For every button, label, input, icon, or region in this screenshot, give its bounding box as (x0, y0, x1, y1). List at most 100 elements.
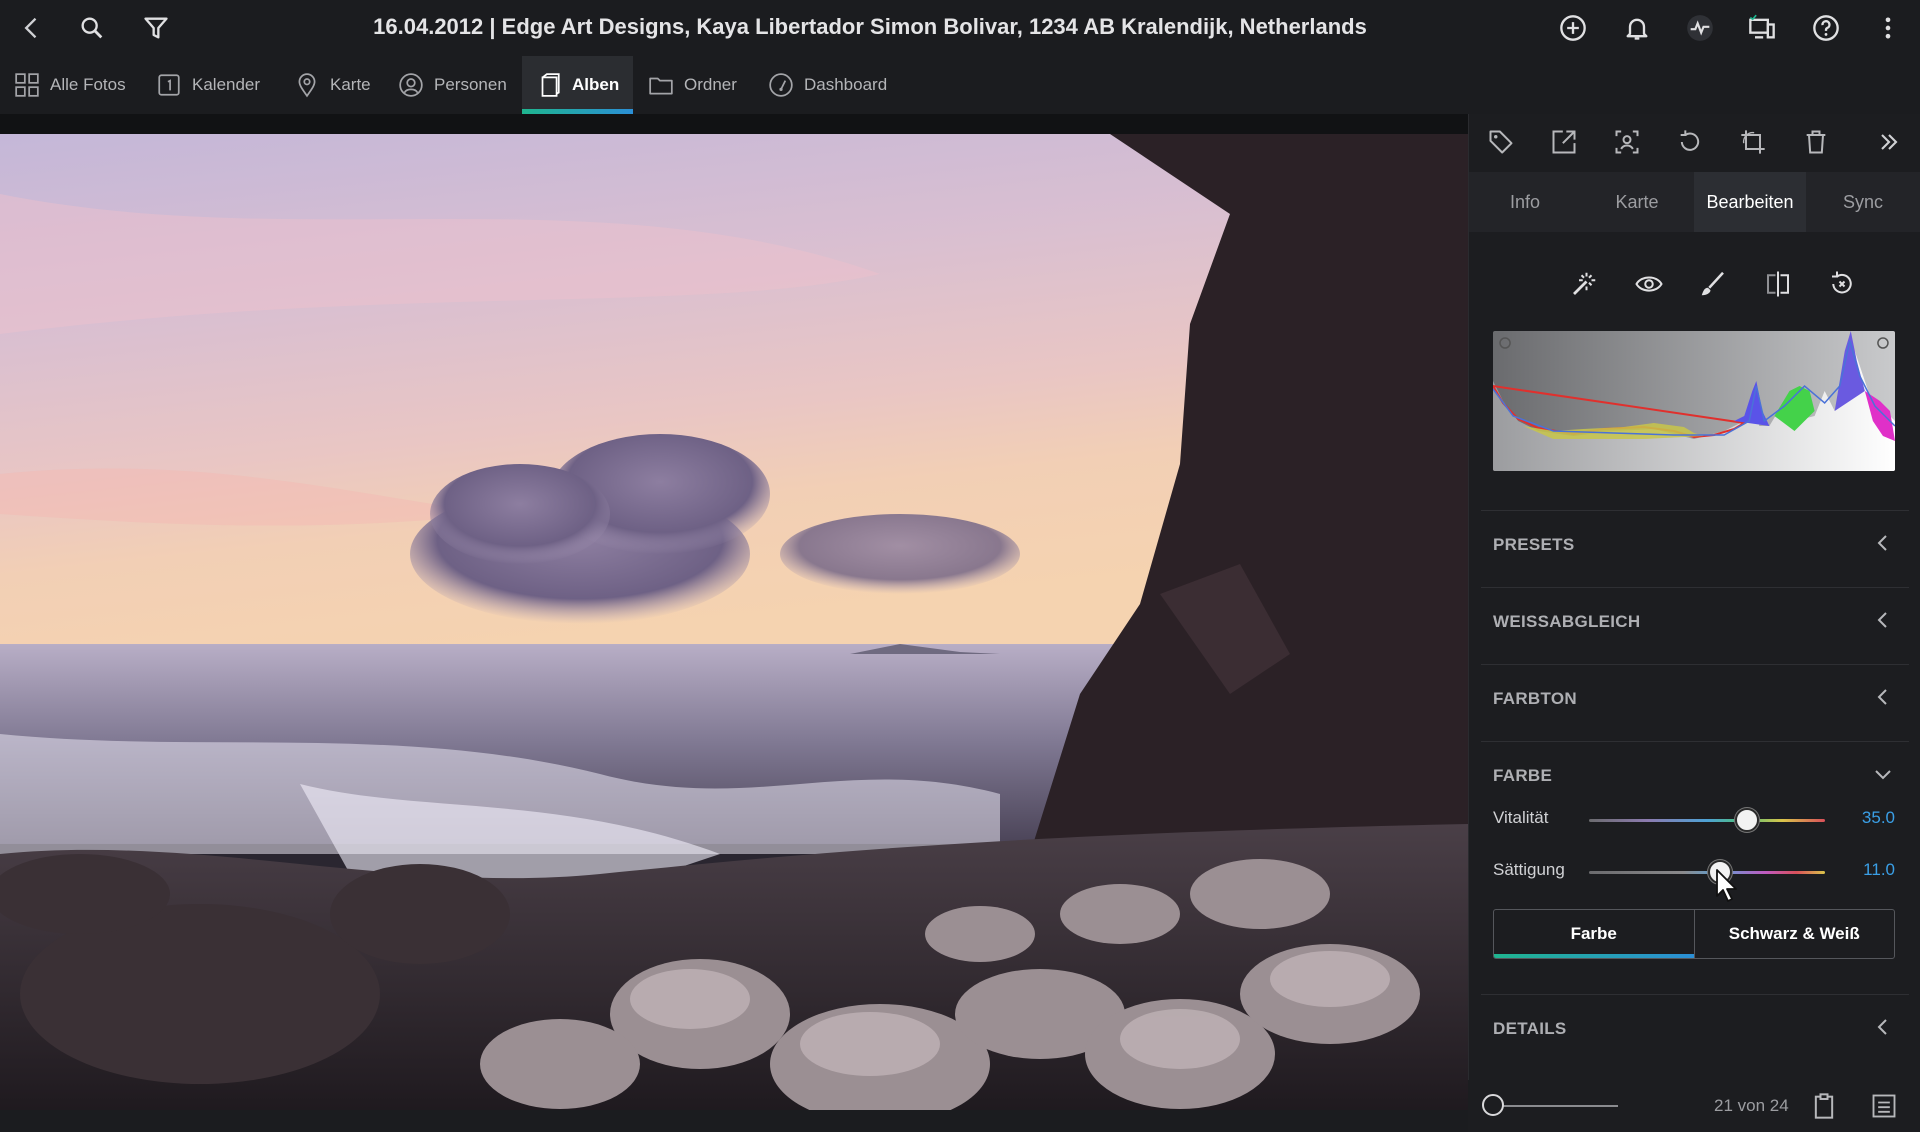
edit-tools (1469, 264, 1920, 308)
tab-info[interactable]: Info (1469, 172, 1581, 232)
more-button[interactable] (1868, 8, 1908, 48)
gauge-icon (769, 73, 793, 97)
nav-item-dashboard[interactable]: Dashboard (768, 56, 887, 114)
photo-bottom-strip (0, 1110, 1468, 1132)
clipboard-button[interactable] (1808, 1090, 1840, 1122)
reset-edits-button[interactable] (1822, 264, 1862, 304)
mode-bw-button[interactable]: Schwarz & Weiß (1693, 910, 1895, 958)
grid-icon (15, 73, 39, 97)
chevron-left-icon (1877, 535, 1887, 551)
nav-item-people[interactable]: Personen (398, 56, 507, 114)
more-icon (1885, 17, 1891, 39)
nav-item-folders[interactable]: Ordner (648, 56, 737, 114)
back-button[interactable] (12, 8, 52, 48)
notifications-button[interactable] (1617, 8, 1657, 48)
brush-icon (1701, 271, 1724, 296)
collapse-panel-button[interactable] (1871, 124, 1907, 160)
list-icon (1872, 1094, 1896, 1118)
filter-button[interactable] (136, 8, 176, 48)
nav-label: Karte (330, 75, 371, 94)
nav-item-map[interactable]: Karte (294, 56, 371, 114)
magic-wand-icon (1573, 272, 1596, 295)
section-label: FARBE (1493, 766, 1553, 785)
preview-button[interactable] (1629, 264, 1669, 304)
activity-icon (1687, 15, 1713, 41)
filter-icon (144, 17, 168, 39)
section-presets[interactable]: PRESETS (1481, 510, 1909, 586)
folder-icon (649, 77, 673, 95)
map-pin-icon (298, 73, 316, 98)
section-tone[interactable]: FARBTON (1481, 664, 1909, 740)
histogram-graph (1493, 331, 1895, 471)
nav-item-all-photos[interactable]: Alle Fotos (14, 56, 126, 114)
nav-label: Dashboard (804, 75, 888, 94)
nav-item-calendar[interactable]: Kalender (156, 56, 260, 114)
saturation-label: Sättigung (1493, 860, 1565, 879)
compare-button[interactable] (1758, 264, 1798, 304)
nav-label: Alben (572, 75, 620, 94)
add-icon (1560, 15, 1586, 41)
help-button[interactable] (1806, 8, 1846, 48)
crop-button[interactable] (1735, 124, 1771, 160)
thumbnail-size-track[interactable] (1492, 1105, 1618, 1107)
face-scan-button[interactable] (1609, 124, 1645, 160)
window-title: 16.04.2012 | Edge Art Designs, Kaya Libe… (373, 14, 1367, 39)
color-mode-toggle: Farbe Schwarz & Weiß (1493, 909, 1895, 959)
photo-counter: 21 von 24 (1714, 1096, 1789, 1115)
photo-preview[interactable] (0, 134, 1468, 1110)
devices-icon (1749, 14, 1775, 39)
vibrance-track[interactable] (1589, 819, 1825, 822)
vibrance-slider-row: Vitalität 35.0 (1493, 800, 1895, 840)
tab-edit[interactable]: Bearbeiten (1694, 172, 1806, 232)
thumbnail-size-knob[interactable] (1482, 1094, 1504, 1116)
tab-map[interactable]: Karte (1581, 172, 1693, 232)
calendar-icon (158, 74, 180, 96)
nav-label: Personen (434, 75, 507, 94)
eye-icon (1635, 276, 1663, 292)
album-icon (541, 73, 560, 97)
chevron-left-icon (1877, 612, 1887, 628)
collapse-panel-icon (1881, 134, 1898, 150)
brush-button[interactable] (1693, 264, 1733, 304)
tag-button[interactable] (1483, 124, 1519, 160)
auto-enhance-button[interactable] (1564, 264, 1604, 304)
nav-label: Ordner (684, 75, 737, 94)
person-icon (399, 73, 423, 97)
activity-button[interactable] (1680, 8, 1720, 48)
saturation-slider-row: Sättigung 11.0 (1493, 852, 1895, 892)
saturation-value[interactable]: 11.0 (1863, 860, 1895, 880)
delete-button[interactable] (1798, 124, 1834, 160)
tag-icon (1489, 130, 1513, 154)
edit-panel: Info Karte Bearbeiten Sync PRESETS WEISS… (1468, 114, 1920, 1132)
top-bar: 16.04.2012 | Edge Art Designs, Kaya Libe… (0, 0, 1920, 56)
section-label: DETAILS (1493, 1019, 1567, 1038)
chevron-down-icon (1875, 770, 1891, 780)
compare-icon (1767, 271, 1789, 297)
nav-item-albums[interactable]: Alben (522, 56, 634, 114)
reset-icon (1832, 271, 1852, 294)
histogram[interactable] (1493, 331, 1895, 471)
section-white-balance[interactable]: WEISSABGLEICH (1481, 587, 1909, 663)
add-button[interactable] (1553, 8, 1593, 48)
list-view-button[interactable] (1868, 1090, 1900, 1122)
devices-button[interactable] (1742, 8, 1782, 48)
main-nav: Alle Fotos Kalender Karte Personen Alben… (0, 56, 1920, 114)
search-icon (81, 17, 103, 39)
vibrance-label: Vitalität (1493, 808, 1549, 827)
panel-footer: 21 von 24 (1468, 1080, 1920, 1132)
section-details[interactable]: DETAILS (1481, 994, 1909, 1070)
rotate-icon (1680, 130, 1700, 151)
rotate-button[interactable] (1672, 124, 1708, 160)
vibrance-slider-knob[interactable] (1735, 808, 1760, 832)
panel-toolbar (1469, 114, 1920, 164)
landscape-photo (0, 134, 1468, 1110)
face-scan-icon (1615, 130, 1639, 154)
search-button[interactable] (72, 8, 112, 48)
tab-sync[interactable]: Sync (1807, 172, 1919, 232)
mouse-cursor-icon (1716, 869, 1737, 902)
chevron-left-icon (1877, 1019, 1887, 1035)
share-button[interactable] (1546, 124, 1582, 160)
nav-label: Alle Fotos (50, 75, 126, 94)
vibrance-value[interactable]: 35.0 (1862, 808, 1895, 828)
mode-color-button[interactable]: Farbe (1494, 910, 1694, 958)
